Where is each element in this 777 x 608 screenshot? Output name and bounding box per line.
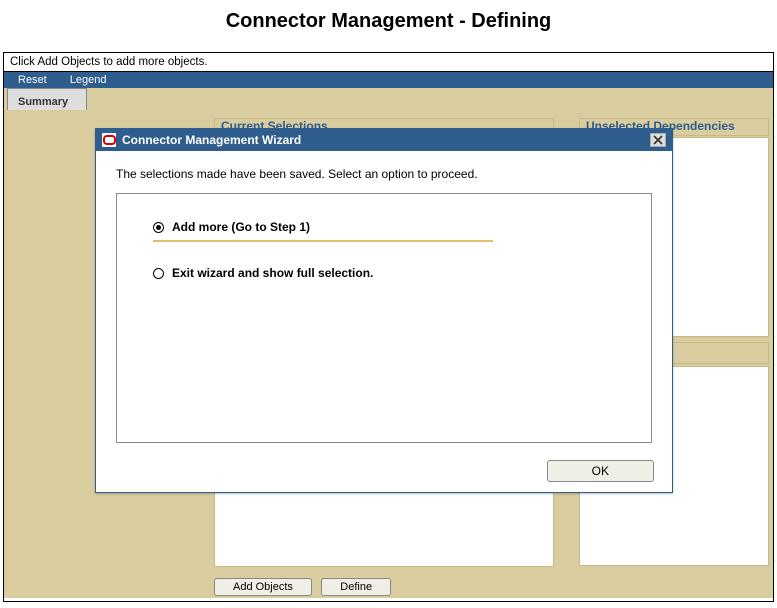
dialog-body: The selections made have been saved. Sel…: [96, 151, 672, 449]
option-exit-label: Exit wizard and show full selection.: [172, 266, 373, 280]
dialog-options-frame: Add more (Go to Step 1) Exit wizard and …: [116, 193, 652, 443]
menu-legend[interactable]: Legend: [60, 74, 117, 86]
option-add-more-label: Add more (Go to Step 1): [172, 220, 310, 234]
option-exit-wizard[interactable]: Exit wizard and show full selection.: [153, 266, 615, 280]
instruction-bar: Click Add Objects to add more objects.: [4, 53, 773, 72]
dialog-message: The selections made have been saved. Sel…: [116, 167, 652, 181]
menu-reset[interactable]: Reset: [8, 74, 57, 86]
radio-add-more-icon: [153, 222, 164, 233]
radio-exit-icon: [153, 268, 164, 279]
define-button[interactable]: Define: [321, 578, 391, 596]
menubar: Reset Legend: [4, 72, 773, 88]
dialog-titlebar: Connector Management Wizard: [96, 129, 672, 151]
oracle-icon: [102, 133, 116, 147]
tab-row: Summary: [4, 88, 773, 110]
close-icon[interactable]: [650, 133, 666, 147]
add-objects-button[interactable]: Add Objects: [214, 578, 312, 596]
page-title: Connector Management - Defining: [0, 10, 777, 33]
option-add-more[interactable]: Add more (Go to Step 1): [153, 220, 493, 242]
bottom-button-bar: Add Objects Define: [214, 578, 397, 596]
ok-button[interactable]: OK: [547, 460, 654, 482]
wizard-dialog: Connector Management Wizard The selectio…: [95, 128, 673, 493]
dialog-footer: OK: [547, 460, 654, 482]
dialog-title-text: Connector Management Wizard: [122, 133, 301, 147]
